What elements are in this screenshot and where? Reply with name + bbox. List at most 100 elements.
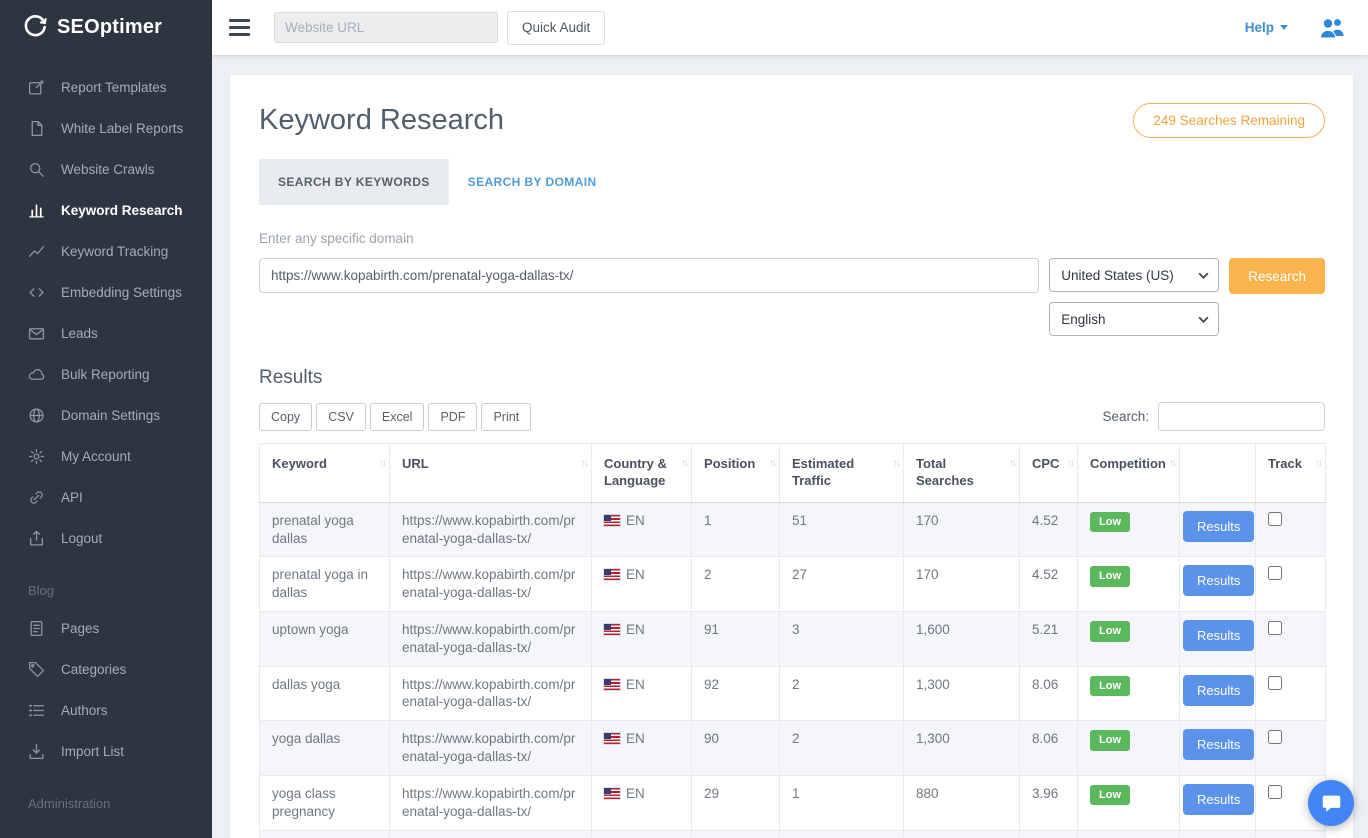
country-cell: EN: [592, 612, 692, 667]
sort-icon: ↑↓: [379, 457, 385, 470]
competition-badge: Low: [1090, 566, 1130, 587]
cpc-cell: 4.52: [1020, 502, 1078, 557]
language-select[interactable]: English: [1049, 302, 1219, 336]
chat-widget-button[interactable]: [1308, 780, 1354, 826]
cpc-cell: 3.96: [1020, 775, 1078, 830]
results-button[interactable]: Results: [1183, 565, 1254, 596]
track-checkbox[interactable]: [1268, 785, 1282, 799]
tab-search-by-domain[interactable]: SEARCH BY DOMAIN: [449, 159, 616, 205]
sort-icon: ↑↓: [581, 457, 587, 470]
export-excel-button[interactable]: Excel: [370, 403, 425, 431]
track-checkbox[interactable]: [1268, 512, 1282, 526]
table-row: yoga pregnancy class https://www.kopabir…: [260, 830, 1326, 838]
sidebar-item-authors[interactable]: Authors: [0, 690, 212, 731]
sidebar-item-categories[interactable]: Categories: [0, 649, 212, 690]
col-header-cpc[interactable]: CPC↑↓: [1020, 444, 1078, 503]
sidebar-item-logout[interactable]: Logout: [0, 518, 212, 559]
sidebar-section-administration: Administration: [0, 772, 212, 821]
sidebar-item-website-crawls[interactable]: Website Crawls: [0, 149, 212, 190]
sidebar-item-import-list[interactable]: Import List: [0, 731, 212, 772]
sidebar-item-keyword-tracking[interactable]: Keyword Tracking: [0, 231, 212, 272]
domain-input[interactable]: [259, 258, 1039, 293]
cpc-cell: 8.06: [1020, 721, 1078, 776]
col-header-total-searches[interactable]: Total Searches↑↓: [904, 444, 1020, 503]
col-header-position[interactable]: Position↑↓: [692, 444, 780, 503]
sidebar-item-label: API: [61, 490, 83, 505]
cpc-cell: 4.52: [1020, 557, 1078, 612]
sidebar-item-label: Authors: [61, 703, 108, 718]
brand-name: SEOptimer: [57, 16, 162, 39]
competition-cell: Low: [1078, 612, 1180, 667]
track-cell: [1256, 612, 1326, 667]
research-button[interactable]: Research: [1229, 258, 1325, 294]
position-cell: 90: [692, 721, 780, 776]
total-searches-cell: 1,600: [904, 612, 1020, 667]
keyword-tracking-icon: [28, 243, 46, 260]
sidebar-item-white-label-reports[interactable]: White Label Reports: [0, 108, 212, 149]
sidebar-item-label: Pages: [61, 621, 99, 636]
language-select-value: English: [1061, 312, 1105, 327]
us-flag-icon: [604, 515, 620, 526]
page-title: Keyword Research: [259, 104, 504, 137]
results-button[interactable]: Results: [1183, 729, 1254, 760]
website-url-input[interactable]: [274, 12, 498, 43]
sidebar: SEOptimer Report Templates White Label Re…: [0, 0, 212, 838]
country-select[interactable]: United States (US): [1049, 258, 1219, 292]
estimated-traffic-cell: 27: [780, 557, 904, 612]
url-cell: https://www.kopabirth.com/prenatal-yoga-…: [390, 557, 592, 612]
col-header-keyword[interactable]: Keyword↑↓: [260, 444, 390, 503]
competition-badge: Low: [1090, 785, 1130, 806]
tab-search-by-keywords[interactable]: SEARCH BY KEYWORDS: [259, 159, 449, 205]
col-header-country-language[interactable]: Country & Language↑↓: [592, 444, 692, 503]
results-button[interactable]: Results: [1183, 784, 1254, 815]
chevron-down-icon: [1198, 316, 1209, 323]
url-cell: https://www.kopabirth.com/prenatal-yoga-…: [390, 830, 592, 838]
estimated-traffic-cell: 1: [780, 830, 904, 838]
export-copy-button[interactable]: Copy: [259, 403, 312, 431]
results-button[interactable]: Results: [1183, 620, 1254, 651]
position-cell: 91: [692, 612, 780, 667]
export-pdf-button[interactable]: PDF: [428, 403, 477, 431]
results-button[interactable]: Results: [1183, 511, 1254, 542]
track-checkbox[interactable]: [1268, 566, 1282, 580]
col-header-estimated-traffic[interactable]: Estimated Traffic↑↓: [780, 444, 904, 503]
sidebar-item-label: White Label Reports: [61, 121, 183, 136]
track-checkbox[interactable]: [1268, 621, 1282, 635]
country-cell: EN: [592, 830, 692, 838]
hamburger-menu-icon[interactable]: [229, 19, 250, 36]
total-searches-cell: 1,300: [904, 666, 1020, 721]
track-cell: [1256, 502, 1326, 557]
export-print-button[interactable]: Print: [481, 403, 531, 431]
track-checkbox[interactable]: [1268, 676, 1282, 690]
results-button[interactable]: Results: [1183, 675, 1254, 706]
col-header-track[interactable]: Track↑↓: [1256, 444, 1326, 503]
track-checkbox[interactable]: [1268, 730, 1282, 744]
sidebar-item-leads[interactable]: Leads: [0, 313, 212, 354]
sidebar-item-report-templates[interactable]: Report Templates: [0, 67, 212, 108]
results-search-input[interactable]: [1158, 402, 1325, 431]
language-code: EN: [626, 622, 645, 637]
results-heading: Results: [259, 367, 1325, 389]
quick-audit-button[interactable]: Quick Audit: [507, 11, 605, 45]
export-csv-button[interactable]: CSV: [316, 403, 366, 431]
language-code: EN: [626, 677, 645, 692]
url-cell: https://www.kopabirth.com/prenatal-yoga-…: [390, 775, 592, 830]
table-row: yoga dallas https://www.kopabirth.com/pr…: [260, 721, 1326, 776]
sidebar-item-api[interactable]: API: [0, 477, 212, 518]
help-menu[interactable]: Help: [1245, 20, 1288, 35]
action-cell: Results: [1180, 830, 1256, 838]
api-icon: [28, 489, 46, 506]
sidebar-item-my-account[interactable]: My Account: [0, 436, 212, 477]
my-account-icon: [28, 448, 46, 465]
col-header-competition[interactable]: Competition↑↓: [1078, 444, 1180, 503]
language-code: EN: [626, 567, 645, 582]
sidebar-item-pages[interactable]: Pages: [0, 608, 212, 649]
sidebar-item-keyword-research[interactable]: Keyword Research: [0, 190, 212, 231]
sidebar-item-bulk-reporting[interactable]: Bulk Reporting: [0, 354, 212, 395]
sidebar-item-domain-settings[interactable]: Domain Settings: [0, 395, 212, 436]
logo[interactable]: SEOptimer: [0, 0, 212, 55]
account-users-icon[interactable]: [1318, 16, 1348, 39]
table-row: prenatal yoga dallas https://www.kopabir…: [260, 502, 1326, 557]
sidebar-item-embedding-settings[interactable]: Embedding Settings: [0, 272, 212, 313]
col-header-url[interactable]: URL↑↓: [390, 444, 592, 503]
